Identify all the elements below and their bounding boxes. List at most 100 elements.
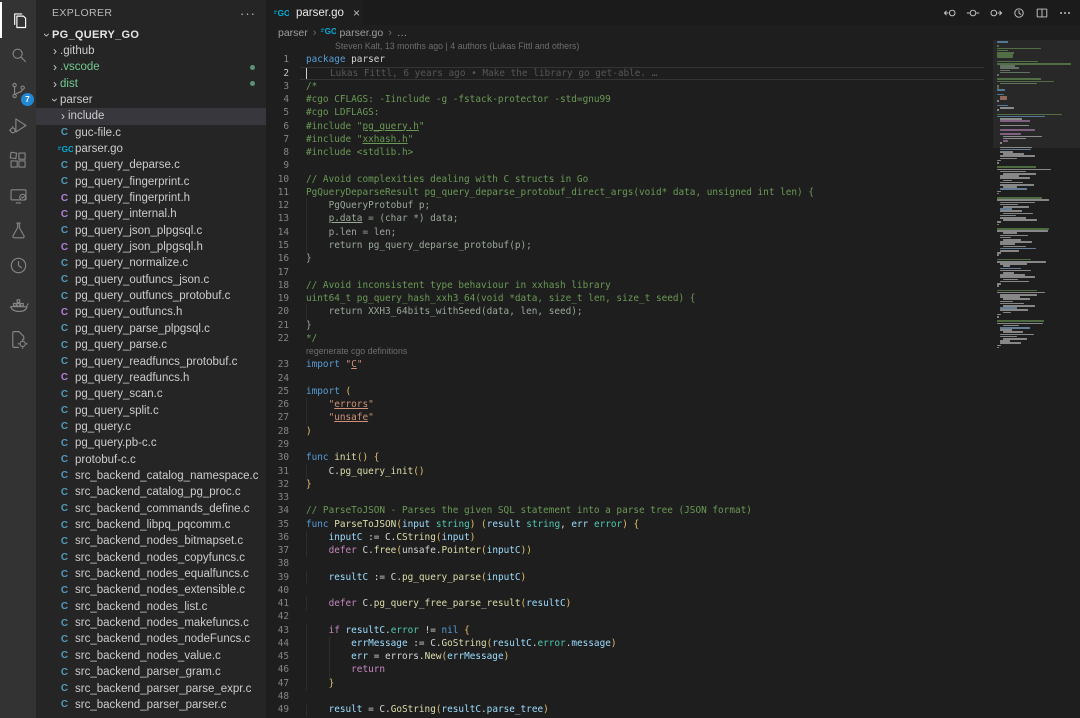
- file-src-backend-parser-parse-expr.c[interactable]: Csrc_backend_parser_parse_expr.c: [36, 680, 266, 697]
- file-pg-query-fingerprint.c[interactable]: Cpg_query_fingerprint.c: [36, 173, 266, 190]
- tree-item-label: protobuf-c.c: [75, 454, 136, 466]
- activity-explorer[interactable]: [0, 2, 36, 38]
- folder-include[interactable]: ›include: [36, 108, 266, 125]
- explorer-more-actions-icon[interactable]: ···: [240, 6, 256, 21]
- codelens-regenerate-cgo[interactable]: regenerate cgo definitions: [266, 345, 1080, 358]
- file-src-backend-libpq-pqcomm.c[interactable]: Csrc_backend_libpq_pqcomm.c: [36, 517, 266, 534]
- file-pg-query-readfuncs-protobuf.c[interactable]: Cpg_query_readfuncs_protobuf.c: [36, 353, 266, 370]
- c-file-icon: C: [58, 650, 71, 661]
- indent-guide: [306, 597, 307, 610]
- activity-testing[interactable]: [0, 212, 36, 248]
- code-line-25: 25import (: [266, 385, 1080, 398]
- file-pg-query-parse-plpgsql.c[interactable]: Cpg_query_parse_plpgsql.c: [36, 320, 266, 337]
- file-src-backend-nodes-copyfuncs.c[interactable]: Csrc_backend_nodes_copyfuncs.c: [36, 549, 266, 566]
- tab-parser-go[interactable]: GO parser.go ×: [266, 0, 363, 25]
- file-pg-query-internal.h[interactable]: Cpg_query_internal.h: [36, 206, 266, 223]
- file-pg-query-outfuncs.h[interactable]: Cpg_query_outfuncs.h: [36, 304, 266, 321]
- file-gear-icon: [8, 329, 29, 350]
- line-number: 6: [266, 120, 298, 133]
- tab-label: parser.go: [296, 7, 344, 19]
- file-pg-query-outfuncs-json.c[interactable]: Cpg_query_outfuncs_json.c: [36, 271, 266, 288]
- minimap-line: [997, 191, 1001, 193]
- folder-.github[interactable]: ›.github: [36, 42, 266, 59]
- file-parser.go[interactable]: GOparser.go: [36, 140, 266, 157]
- file-src-backend-nodes-value.c[interactable]: Csrc_backend_nodes_value.c: [36, 647, 266, 664]
- line-number: 11: [266, 186, 298, 199]
- more-actions-icon[interactable]: [1058, 6, 1072, 20]
- file-pg-query.pb-c.c[interactable]: Cpg_query.pb-c.c: [36, 435, 266, 452]
- file-pg-query-json-plpgsql.c[interactable]: Cpg_query_json_plpgsql.c: [36, 222, 266, 239]
- file-src-backend-catalog-pg-proc.c[interactable]: Csrc_backend_catalog_pg_proc.c: [36, 484, 266, 501]
- h-file-icon: C: [58, 209, 71, 220]
- file-pg-query-json-plpgsql.h[interactable]: Cpg_query_json_plpgsql.h: [36, 239, 266, 256]
- file-protobuf-c.c[interactable]: Cprotobuf-c.c: [36, 451, 266, 468]
- code-line-11: 11PgQueryDeparseResult pg_query_deparse_…: [266, 186, 1080, 199]
- file-history-icon[interactable]: [1012, 6, 1026, 20]
- activity-remote-explorer[interactable]: [0, 177, 36, 213]
- file-src-backend-commands-define.c[interactable]: Csrc_backend_commands_define.c: [36, 500, 266, 517]
- file-guc-file.c[interactable]: Cguc-file.c: [36, 124, 266, 141]
- file-src-backend-nodes-extensible.c[interactable]: Csrc_backend_nodes_extensible.c: [36, 582, 266, 599]
- file-pg-query-split.c[interactable]: Cpg_query_split.c: [36, 402, 266, 419]
- minimap[interactable]: [993, 40, 1080, 360]
- breadcrumb-item[interactable]: parser: [278, 27, 308, 39]
- open-previous-change-icon[interactable]: [943, 6, 957, 20]
- folder-.vscode[interactable]: ›.vscode: [36, 59, 266, 76]
- minimap-line: [1000, 129, 1035, 131]
- activity-extensions[interactable]: [0, 142, 36, 178]
- line-number: 20: [266, 305, 298, 318]
- tree-item-label: pg_query_readfuncs_protobuf.c: [75, 356, 237, 368]
- chevron-down-icon: ›: [40, 30, 54, 40]
- activity-source-control[interactable]: 7: [0, 72, 36, 108]
- minimap-line: [1000, 177, 1030, 179]
- folder-PG-QUERY-GO[interactable]: ›PG_QUERY_GO: [36, 26, 266, 43]
- minimap-line: [1003, 232, 1017, 234]
- activity-gitlens[interactable]: [0, 247, 36, 283]
- code-line-20: 20 return XXH3_64bits_withSeed(data, len…: [266, 305, 1080, 318]
- file-src-backend-nodes-makefuncs.c[interactable]: Csrc_backend_nodes_makefuncs.c: [36, 615, 266, 632]
- open-next-change-icon[interactable]: [989, 6, 1003, 20]
- activity-run-and-debug[interactable]: [0, 107, 36, 143]
- clock-circle-icon: [8, 255, 29, 276]
- file-pg-query-scan.c[interactable]: Cpg_query_scan.c: [36, 386, 266, 403]
- file-src-backend-nodes-equalfuncs.c[interactable]: Csrc_backend_nodes_equalfuncs.c: [36, 566, 266, 583]
- file-src-backend-nodes-nodeFuncs.c[interactable]: Csrc_backend_nodes_nodeFuncs.c: [36, 631, 266, 648]
- file-pg-query-parse.c[interactable]: Cpg_query_parse.c: [36, 337, 266, 354]
- close-icon[interactable]: ×: [353, 6, 360, 20]
- code-viewport[interactable]: Steven Kalt, 13 months ago | 4 authors (…: [266, 40, 1080, 718]
- file-src-backend-nodes-bitmapset.c[interactable]: Csrc_backend_nodes_bitmapset.c: [36, 533, 266, 550]
- folder-dist[interactable]: ›dist: [36, 75, 266, 92]
- tree-item-label: src_backend_parser_parser.c: [75, 699, 227, 711]
- file-pg-query-normalize.c[interactable]: Cpg_query_normalize.c: [36, 255, 266, 272]
- file-src-backend-nodes-list.c[interactable]: Csrc_backend_nodes_list.c: [36, 598, 266, 615]
- activity-file-settings[interactable]: [0, 321, 36, 357]
- c-file-icon: C: [58, 389, 71, 400]
- activity-search[interactable]: [0, 37, 36, 73]
- folder-parser[interactable]: ›parser: [36, 91, 266, 108]
- line-number: 15: [266, 239, 298, 252]
- minimap-line: [997, 224, 999, 226]
- file-pg-query-deparse.c[interactable]: Cpg_query_deparse.c: [36, 157, 266, 174]
- file-pg-query-fingerprint.h[interactable]: Cpg_query_fingerprint.h: [36, 190, 266, 207]
- file-src-backend-parser-parser.c[interactable]: Csrc_backend_parser_parser.c: [36, 696, 266, 713]
- file-pg-query.c[interactable]: Cpg_query.c: [36, 418, 266, 435]
- c-file-icon: C: [58, 470, 71, 481]
- line-number: 48: [266, 690, 298, 703]
- breadcrumb-item[interactable]: GOparser.go: [321, 25, 383, 40]
- file-pg-query-outfuncs-protobuf.c[interactable]: Cpg_query_outfuncs_protobuf.c: [36, 288, 266, 305]
- c-file-icon: C: [58, 225, 71, 236]
- open-changes-icon[interactable]: [966, 6, 980, 20]
- split-editor-icon[interactable]: [1035, 6, 1049, 20]
- line-number: 40: [266, 584, 298, 597]
- code-line-35: 35func ParseToJSON(input string) (result…: [266, 518, 1080, 531]
- code-line-2: 2Lukas Fittl, 6 years ago • Make the lib…: [266, 67, 1080, 80]
- file-src-backend-parser-gram.c[interactable]: Csrc_backend_parser_gram.c: [36, 664, 266, 681]
- breadcrumb-item[interactable]: …: [397, 27, 408, 39]
- file-src-backend-catalog-namespace.c[interactable]: Csrc_backend_catalog_namespace.c: [36, 467, 266, 484]
- activity-docker[interactable]: [0, 286, 36, 322]
- minimap-line: [997, 347, 999, 349]
- file-pg-query-readfuncs.h[interactable]: Cpg_query_readfuncs.h: [36, 369, 266, 386]
- explorer-header: EXPLORER ···: [36, 0, 266, 26]
- c-file-icon: C: [58, 160, 71, 171]
- minimap-line: [1003, 136, 1042, 138]
